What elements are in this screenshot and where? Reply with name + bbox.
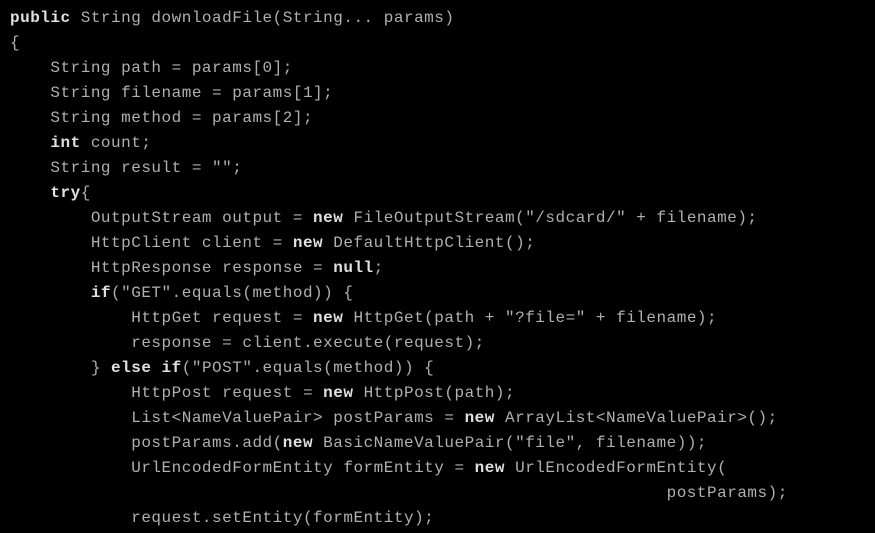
code-token: String filename = params[1]; (10, 84, 333, 102)
keyword-token: try (50, 184, 80, 202)
keyword-token: int (50, 134, 80, 152)
code-token: HttpResponse response = (10, 259, 333, 277)
code-token: postParams.add( (10, 434, 283, 452)
keyword-token: null (333, 259, 373, 277)
code-token: UrlEncodedFormEntity( (505, 459, 727, 477)
code-token: FileOutputStream("/sdcard/" + filename); (343, 209, 757, 227)
code-token: HttpGet request = (10, 309, 313, 327)
code-token: { (10, 34, 20, 52)
code-token: { (81, 184, 91, 202)
code-token (10, 284, 91, 302)
code-token: String downloadFile(String... params) (71, 9, 455, 27)
code-token: List<NameValuePair> postParams = (10, 409, 465, 427)
code-token: count; (81, 134, 152, 152)
code-token (10, 134, 50, 152)
keyword-token: new (283, 434, 313, 452)
code-token: DefaultHttpClient(); (323, 234, 535, 252)
keyword-token: new (323, 384, 353, 402)
code-token: ArrayList<NameValuePair>(); (495, 409, 778, 427)
keyword-token: new (293, 234, 323, 252)
keyword-token: new (475, 459, 505, 477)
code-block: public String downloadFile(String... par… (0, 0, 875, 533)
code-token: String path = params[0]; (10, 59, 293, 77)
keyword-token: else if (111, 359, 182, 377)
keyword-token: new (313, 309, 343, 327)
code-token: request.setEntity(formEntity); (10, 509, 434, 527)
keyword-token: if (91, 284, 111, 302)
code-token: postParams); (10, 484, 788, 502)
code-token: } (10, 359, 111, 377)
code-token: BasicNameValuePair("file", filename)); (313, 434, 707, 452)
keyword-token: new (465, 409, 495, 427)
code-token: HttpPost(path); (353, 384, 515, 402)
code-token: UrlEncodedFormEntity formEntity = (10, 459, 475, 477)
keyword-token: new (313, 209, 343, 227)
code-token: HttpGet(path + "?file=" + filename); (343, 309, 717, 327)
code-token: HttpPost request = (10, 384, 323, 402)
code-token: ("GET".equals(method)) { (111, 284, 353, 302)
keyword-token: public (10, 9, 71, 27)
code-token: ("POST".equals(method)) { (182, 359, 435, 377)
code-token: OutputStream output = (10, 209, 313, 227)
code-token: ; (374, 259, 384, 277)
code-token: HttpClient client = (10, 234, 293, 252)
code-token (10, 184, 50, 202)
code-token: String method = params[2]; (10, 109, 313, 127)
code-token: response = client.execute(request); (10, 334, 485, 352)
code-token: String result = ""; (10, 159, 242, 177)
